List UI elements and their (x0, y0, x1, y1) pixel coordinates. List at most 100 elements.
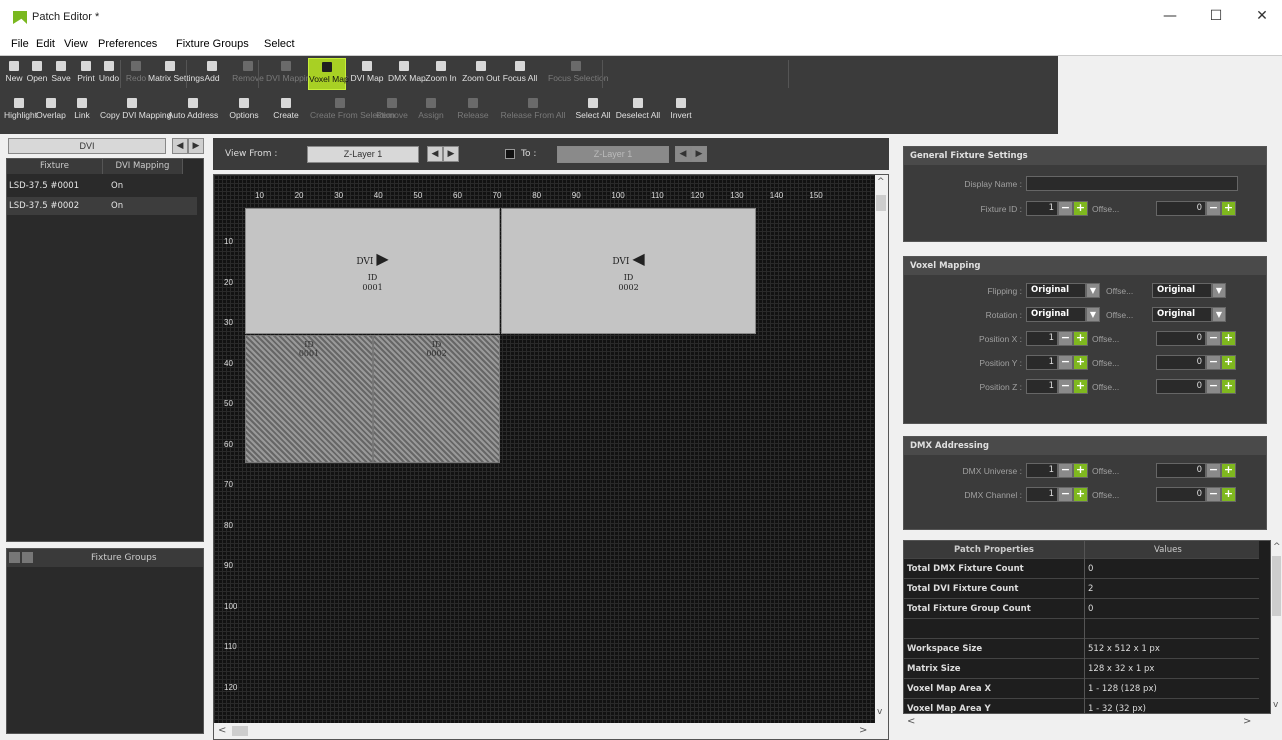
scroll-up-icon[interactable]: ^ (877, 177, 885, 187)
increment-button[interactable]: + (1073, 355, 1088, 370)
column-patch-properties[interactable]: Patch Properties (954, 541, 1034, 559)
dvi-selector-field[interactable]: DVI (8, 138, 166, 154)
rotation-dropdown[interactable]: Original (1026, 307, 1086, 322)
column-values[interactable]: Values (1154, 541, 1182, 559)
chevron-down-icon[interactable]: ▼ (1212, 283, 1226, 298)
release-from-all-button[interactable]: Release From All (498, 94, 568, 128)
menu-edit[interactable]: Edit (36, 38, 55, 50)
menu-file[interactable]: File (11, 38, 29, 50)
print-button[interactable]: Print (74, 58, 98, 90)
increment-button[interactable]: + (1221, 463, 1236, 478)
undo-button[interactable]: Undo (98, 58, 120, 90)
display-name-input[interactable] (1026, 176, 1238, 191)
menu-fixture-groups[interactable]: Fixture Groups (176, 38, 249, 50)
increment-button[interactable]: + (1221, 201, 1236, 216)
from-next-arrow-icon[interactable]: ▶ (443, 146, 459, 162)
add-button[interactable]: Add (194, 58, 230, 90)
properties-horizontal-scrollbar[interactable]: < > (903, 714, 1271, 730)
vertical-scroll-thumb[interactable] (876, 195, 886, 211)
flipping-offset-dropdown[interactable]: Original (1152, 283, 1212, 298)
next-arrow-icon[interactable]: ▶ (188, 138, 204, 154)
save-button[interactable]: Save (50, 58, 72, 90)
scroll-right-icon[interactable]: > (859, 725, 867, 736)
zoom-out-button[interactable]: Zoom Out (462, 58, 500, 90)
dvi-map-button[interactable]: DVI Map (348, 58, 386, 90)
table-row[interactable]: Matrix Size 128 x 32 x 1 px (904, 659, 1259, 679)
auto-address-button[interactable]: Auto Address (166, 94, 220, 128)
decrement-button[interactable]: − (1206, 379, 1221, 394)
overlap-button[interactable]: Overlap (36, 94, 66, 128)
scroll-up-icon[interactable]: ^ (1273, 542, 1281, 552)
prev-arrow-icon[interactable]: ◀ (172, 138, 188, 154)
minimize-button[interactable]: — (1160, 8, 1180, 26)
decrement-button[interactable]: − (1206, 355, 1221, 370)
increment-button[interactable]: + (1073, 487, 1088, 502)
dmx-universe-offset-input[interactable]: 0 (1156, 463, 1206, 478)
table-row[interactable]: Total Fixture Group Count 0 (904, 599, 1259, 619)
decrement-button[interactable]: − (1058, 463, 1073, 478)
increment-button[interactable]: + (1221, 355, 1236, 370)
fixture-id-input[interactable]: 1 (1026, 201, 1058, 216)
column-dvi-mapping[interactable]: DVI Mapping (103, 159, 183, 174)
decrement-button[interactable]: − (1058, 379, 1073, 394)
scroll-left-icon[interactable]: < (218, 725, 226, 736)
increment-button[interactable]: + (1073, 379, 1088, 394)
focus-all-button[interactable]: Focus All (498, 58, 542, 90)
decrement-button[interactable]: − (1206, 201, 1221, 216)
increment-button[interactable]: + (1221, 487, 1236, 502)
menu-view[interactable]: View (64, 38, 88, 50)
invert-button[interactable]: Invert (664, 94, 698, 128)
to-prev-arrow-icon[interactable]: ◀ (675, 146, 691, 162)
horizontal-scrollbar[interactable]: < > (214, 723, 888, 739)
position-y-input[interactable]: 1 (1026, 355, 1058, 370)
table-row[interactable]: LSD-37.5 #0002 On (7, 197, 197, 215)
table-row[interactable]: Voxel Map Area Y 1 - 32 (32 px) (904, 699, 1259, 713)
open-button[interactable]: Open (26, 58, 48, 90)
create-from-selection-button[interactable]: Create From Selection (310, 94, 395, 128)
increment-button[interactable]: + (1073, 331, 1088, 346)
dmx-channel-input[interactable]: 1 (1026, 487, 1058, 502)
to-layer-field[interactable]: Z-Layer 1 (557, 146, 669, 163)
dvi-shadow-0001[interactable]: ID 0001 (245, 335, 373, 463)
link-button[interactable]: Link (68, 94, 96, 128)
new-button[interactable]: New (4, 58, 24, 90)
dmx-channel-offset-input[interactable]: 0 (1156, 487, 1206, 502)
scroll-right-icon[interactable]: > (1243, 716, 1251, 727)
decrement-button[interactable]: − (1058, 331, 1073, 346)
fixture-id-offset-input[interactable]: 0 (1156, 201, 1206, 216)
voxel-grid[interactable]: 10 20 30 40 50 60 70 80 90 100 110 120 130 140 150 10 2… (214, 175, 874, 723)
voxel-map-button[interactable]: Voxel Map (308, 58, 349, 90)
release-button[interactable]: Release (452, 94, 494, 128)
properties-vertical-scrollbar[interactable]: ^ v (1271, 540, 1282, 714)
decrement-button[interactable]: − (1206, 331, 1221, 346)
voxel-map-canvas[interactable]: 10 20 30 40 50 60 70 80 90 100 110 120 130 140 150 10 2… (213, 174, 889, 740)
table-row[interactable]: Voxel Map Area X 1 - 128 (128 px) (904, 679, 1259, 699)
position-x-offset-input[interactable]: 0 (1156, 331, 1206, 346)
to-checkbox[interactable] (505, 149, 515, 159)
deselect-all-button[interactable]: Deselect All (614, 94, 662, 128)
position-x-input[interactable]: 1 (1026, 331, 1058, 346)
properties-scroll-thumb[interactable] (1272, 556, 1281, 616)
increment-button[interactable]: + (1073, 463, 1088, 478)
menu-select[interactable]: Select (264, 38, 295, 50)
highlight-button[interactable]: Highlight (4, 94, 37, 128)
assign-button[interactable]: Assign (414, 94, 448, 128)
rotation-offset-dropdown[interactable]: Original (1152, 307, 1212, 322)
table-row[interactable]: LSD-37.5 #0001 On (7, 177, 197, 195)
scroll-down-icon[interactable]: v (877, 707, 882, 717)
scroll-left-icon[interactable]: < (907, 716, 915, 727)
table-row[interactable]: Total DVI Fixture Count 2 (904, 579, 1259, 599)
decrement-button[interactable]: − (1058, 201, 1073, 216)
decrement-button[interactable]: − (1206, 463, 1221, 478)
column-fixture[interactable]: Fixture (7, 159, 103, 174)
position-z-offset-input[interactable]: 0 (1156, 379, 1206, 394)
remove-button[interactable]: Remove (374, 94, 410, 128)
increment-button[interactable]: + (1073, 201, 1088, 216)
dvi-fixture-0001[interactable]: DVI ▶ ID 0001 (245, 208, 500, 334)
dvi-mapping-defaults-button[interactable]: DVI Mapping Defaults (266, 58, 349, 90)
decrement-button[interactable]: − (1058, 487, 1073, 502)
maximize-button[interactable]: ☐ (1206, 8, 1226, 26)
dvi-fixture-0002[interactable]: DVI ◀ ID 0002 (501, 208, 756, 334)
to-next-arrow-icon[interactable]: ▶ (691, 146, 707, 162)
chevron-down-icon[interactable]: ▼ (1212, 307, 1226, 322)
